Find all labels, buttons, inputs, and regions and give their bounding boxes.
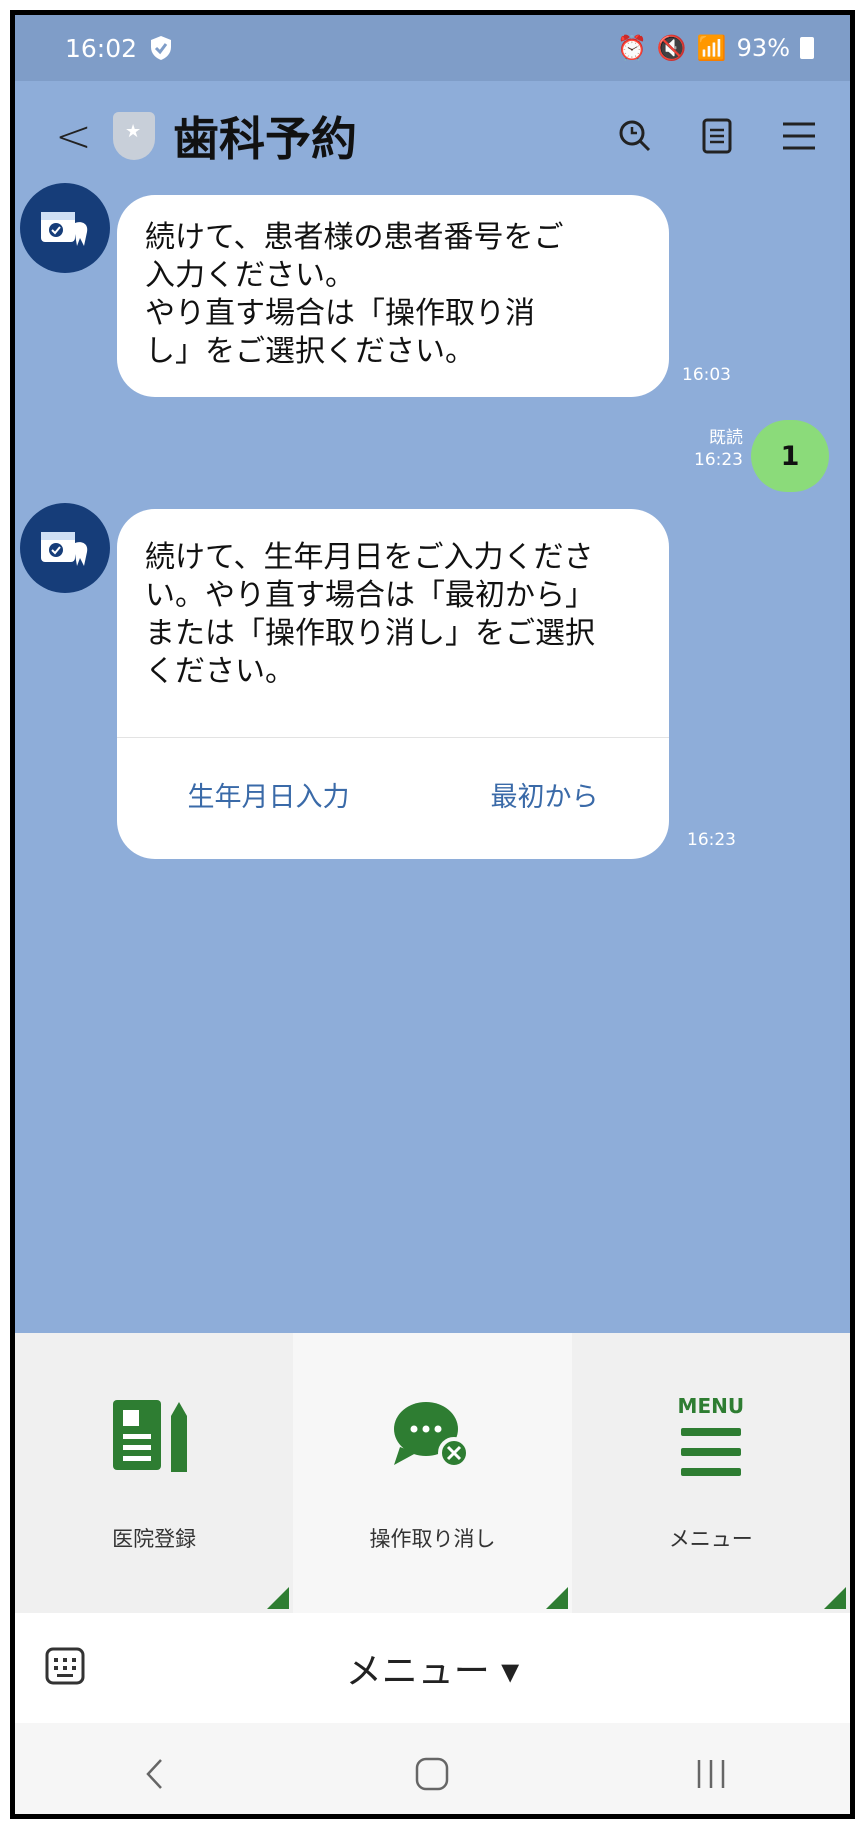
rich-menu-menu[interactable]: MENU メニュー bbox=[571, 1333, 850, 1613]
cancel-chat-icon bbox=[390, 1391, 474, 1481]
alarm-icon: ⏰ bbox=[616, 34, 647, 62]
corner-triangle-icon bbox=[545, 1587, 568, 1609]
rich-menu-label: 操作取り消し bbox=[369, 1527, 496, 1551]
status-bar: 16:02 ⏰ 🔇 📶 93% bbox=[15, 15, 850, 81]
bot-avatar[interactable] bbox=[20, 503, 110, 593]
message-text: 1 bbox=[780, 440, 800, 472]
message-time: 16:03 bbox=[682, 365, 731, 385]
start-over-button[interactable]: 最初から bbox=[491, 779, 599, 817]
rich-menu: 医院登録 操作取り消し MENU メニュー bbox=[15, 1333, 850, 1613]
rich-menu-label: メニュー bbox=[668, 1527, 753, 1551]
keyboard-icon[interactable] bbox=[45, 1647, 85, 1689]
message-text: 続けて、生年月日をご入力くださ い。やり直す場合は「最初から」 または「操作取り… bbox=[145, 540, 595, 689]
verified-shield-icon bbox=[113, 112, 155, 160]
back-arrow-icon[interactable]: < bbox=[55, 111, 105, 162]
corner-triangle-icon bbox=[267, 1587, 290, 1609]
birthdate-input-button[interactable]: 生年月日入力 bbox=[188, 779, 350, 817]
card-button-row: 生年月日入力 最初から bbox=[117, 737, 669, 857]
battery-icon bbox=[800, 37, 814, 59]
hamburger-menu-icon[interactable] bbox=[778, 115, 820, 157]
menu-toggle-bar[interactable]: メニュー ▾ bbox=[15, 1613, 850, 1723]
incoming-card-message: 続けて、生年月日をご入力くださ い。やり直す場合は「最初から」 または「操作取り… bbox=[117, 509, 669, 859]
chat-title: 歯科予約 bbox=[173, 112, 357, 166]
nav-home-icon[interactable] bbox=[382, 1744, 482, 1804]
read-label: 既読 bbox=[709, 428, 743, 448]
shield-status-icon bbox=[151, 36, 172, 60]
search-icon[interactable] bbox=[614, 115, 656, 157]
message-time: 16:23 bbox=[694, 450, 743, 470]
corner-triangle-icon bbox=[823, 1587, 846, 1609]
system-nav-bar bbox=[15, 1723, 850, 1814]
message-text: 続けて、患者様の患者番号をご 入力ください。 やり直す場合は「操作取り消 し」を… bbox=[145, 220, 564, 369]
dental-calendar-icon bbox=[41, 212, 88, 246]
rich-menu-cancel[interactable]: 操作取り消し bbox=[293, 1333, 572, 1613]
incoming-message: 続けて、患者様の患者番号をご 入力ください。 やり直す場合は「操作取り消 し」を… bbox=[117, 195, 669, 397]
nav-recents-icon[interactable] bbox=[661, 1744, 761, 1804]
outgoing-message: 1 bbox=[751, 420, 829, 492]
dental-calendar-icon bbox=[41, 532, 88, 566]
menu-icon: MENU bbox=[677, 1391, 745, 1481]
menu-toggle-label[interactable]: メニュー ▾ bbox=[346, 1642, 520, 1694]
bot-avatar[interactable] bbox=[20, 183, 110, 273]
menu-icon-text: MENU bbox=[677, 1394, 745, 1418]
nav-back-icon[interactable] bbox=[104, 1744, 204, 1804]
signal-icon: 📶 bbox=[696, 34, 727, 62]
status-time: 16:02 bbox=[65, 33, 138, 63]
rich-menu-label: 医院登録 bbox=[112, 1527, 197, 1551]
clinic-register-icon bbox=[109, 1391, 199, 1481]
phone-screen: 16:02 ⏰ 🔇 📶 93% < 歯科予約 bbox=[10, 10, 855, 1819]
battery-level: 93% bbox=[736, 34, 790, 62]
mute-icon: 🔇 bbox=[656, 34, 687, 62]
notes-icon[interactable] bbox=[696, 115, 738, 157]
rich-menu-clinic-register[interactable]: 医院登録 bbox=[15, 1333, 294, 1613]
read-receipt: 既読 16:23 bbox=[683, 427, 743, 471]
chat-header: < 歯科予約 bbox=[15, 81, 850, 191]
message-time: 16:23 bbox=[687, 830, 736, 850]
